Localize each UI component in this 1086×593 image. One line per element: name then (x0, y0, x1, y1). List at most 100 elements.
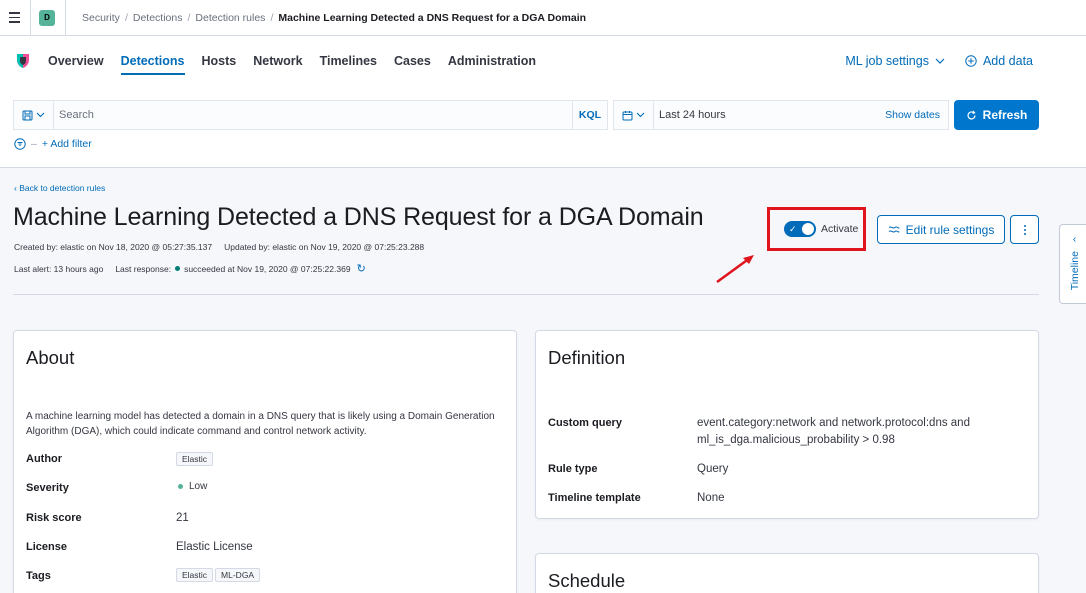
last-alert-text: Last alert: 13 hours ago (14, 263, 104, 274)
last-response-value: succeeded at Nov 19, 2020 @ 07:25:22.369 (184, 263, 351, 274)
more-dot (1023, 224, 1026, 227)
add-data-button[interactable]: Add data (965, 54, 1033, 68)
tags-label: Tags (26, 570, 51, 582)
nav-actions: ML job settings Add data (845, 36, 1033, 86)
rule-metadata: Created by: elastic on Nov 18, 2020 @ 05… (14, 242, 424, 252)
ml-job-settings-label: ML job settings (845, 54, 929, 68)
space-avatar[interactable]: D (39, 9, 55, 26)
status-dot (175, 266, 181, 271)
divider (30, 0, 31, 36)
custom-query-label: Custom query (548, 417, 622, 429)
top-header: D Security / Detections / Detection rule… (0, 0, 1086, 36)
kql-toggle[interactable]: KQL (572, 101, 607, 129)
license-value: Elastic License (176, 541, 253, 553)
custom-query-line: event.category:network and network.proto… (697, 417, 970, 429)
toggle-knob (802, 223, 814, 235)
more-dot (1023, 228, 1026, 231)
quick-select-button[interactable] (614, 101, 654, 129)
breadcrumb-separator: / (124, 11, 128, 24)
rule-status: Last alert: 13 hours ago Last response: … (14, 262, 366, 275)
query-bar: KQL Last 24 hours Show dates Refresh – +… (0, 86, 1086, 168)
breadcrumb-separator: / (270, 11, 274, 24)
license-label: License (26, 541, 67, 553)
timeline-tab-label: Timeline (1068, 251, 1081, 291)
refresh-button[interactable]: Refresh (954, 100, 1039, 130)
tab-detections[interactable]: Detections (120, 36, 185, 86)
add-filter-button[interactable]: + Add filter (42, 138, 92, 150)
add-data-label: Add data (982, 54, 1033, 68)
schedule-panel: Schedule (535, 553, 1039, 593)
risk-score-label: Risk score (26, 512, 82, 524)
definition-title: Definition (548, 347, 626, 368)
security-logo-icon[interactable] (16, 53, 30, 69)
check-icon: ✓ (789, 224, 797, 234)
divider (13, 294, 1039, 295)
chevron-left-icon: ‹ (1072, 233, 1077, 245)
more-dot (1023, 232, 1026, 235)
filter-bar: – + Add filter (14, 137, 92, 151)
custom-query-value: event.category:network and network.proto… (697, 415, 1027, 449)
menu-icon[interactable] (0, 0, 28, 36)
severity-text: Low (189, 481, 208, 492)
schedule-title: Schedule (548, 570, 626, 591)
more-actions-button[interactable] (1010, 215, 1039, 244)
last-response-label: Last response: (115, 263, 172, 274)
refresh-icon[interactable]: ↻ (357, 262, 366, 275)
tab-cases[interactable]: Cases (394, 36, 431, 86)
definition-panel: Definition Custom query event.category:n… (535, 330, 1039, 519)
rule-type-value: Query (697, 463, 729, 475)
search-bar: KQL (13, 100, 608, 130)
date-range-value[interactable]: Last 24 hours (654, 109, 885, 121)
show-dates-link[interactable]: Show dates (885, 109, 940, 121)
author-badge: Elastic (176, 452, 214, 466)
filter-icon[interactable] (14, 138, 26, 150)
activate-toggle[interactable]: ✓ (784, 221, 816, 237)
controls-icon (888, 226, 900, 233)
security-nav: Overview Detections Hosts Network Timeli… (0, 36, 1086, 86)
tab-administration[interactable]: Administration (448, 36, 536, 86)
breadcrumb: Security / Detections / Detection rules … (82, 12, 586, 24)
ml-job-settings-button[interactable]: ML job settings (845, 54, 945, 68)
breadcrumb-detections[interactable]: Detections (133, 12, 183, 24)
breadcrumb-separator: / (187, 11, 191, 24)
filter-separator: – (31, 138, 37, 150)
annotation-arrow-icon (716, 255, 754, 284)
search-input[interactable] (54, 101, 572, 129)
edit-rule-settings-button[interactable]: Edit rule settings (877, 215, 1005, 244)
severity-label: Severity (26, 482, 69, 494)
timeline-template-value: None (697, 492, 725, 504)
page-title: Machine Learning Detected a DNS Request … (13, 203, 704, 231)
about-title: About (26, 347, 75, 368)
tab-timelines[interactable]: Timelines (320, 36, 377, 86)
severity-dot (178, 483, 183, 489)
custom-query-line: ml_is_dga.malicious_probability > 0.98 (697, 434, 895, 446)
refresh-label: Refresh (982, 108, 1028, 122)
severity-value: Low (178, 481, 207, 492)
tag-badge: ML-DGA (215, 568, 261, 582)
breadcrumb-security[interactable]: Security (82, 12, 120, 24)
timeline-template-label: Timeline template (548, 492, 641, 504)
chevron-down-icon (935, 58, 945, 64)
back-link-label: Back to detection rules (19, 183, 106, 193)
created-by-text: Created by: elastic on Nov 18, 2020 @ 05… (14, 242, 213, 252)
updated-by-text: Updated by: elastic on Nov 19, 2020 @ 07… (224, 242, 425, 252)
date-picker: Last 24 hours Show dates (613, 100, 949, 130)
nav-tabs: Overview Detections Hosts Network Timeli… (48, 36, 553, 86)
breadcrumb-detection-rules[interactable]: Detection rules (195, 12, 265, 24)
tags-value: Elastic ML-DGA (176, 568, 262, 582)
risk-score-value: 21 (176, 512, 189, 524)
tab-network[interactable]: Network (253, 36, 302, 86)
edit-rule-settings-label: Edit rule settings (905, 222, 995, 237)
breadcrumb-current: Machine Learning Detected a DNS Request … (278, 11, 587, 24)
rule-type-label: Rule type (548, 463, 598, 475)
tab-hosts[interactable]: Hosts (202, 36, 237, 86)
saved-query-button[interactable] (14, 101, 54, 129)
activate-label: Activate (821, 223, 859, 235)
back-to-rules-link[interactable]: ‹ Back to detection rules (14, 183, 105, 193)
divider (65, 0, 66, 36)
author-value: Elastic (176, 452, 215, 466)
chevron-left-icon: ‹ (14, 183, 17, 193)
about-panel: About A machine learning model has detec… (13, 330, 517, 593)
tab-overview[interactable]: Overview (48, 36, 104, 86)
timeline-flyout-tab[interactable]: ‹ Timeline (1059, 224, 1086, 304)
